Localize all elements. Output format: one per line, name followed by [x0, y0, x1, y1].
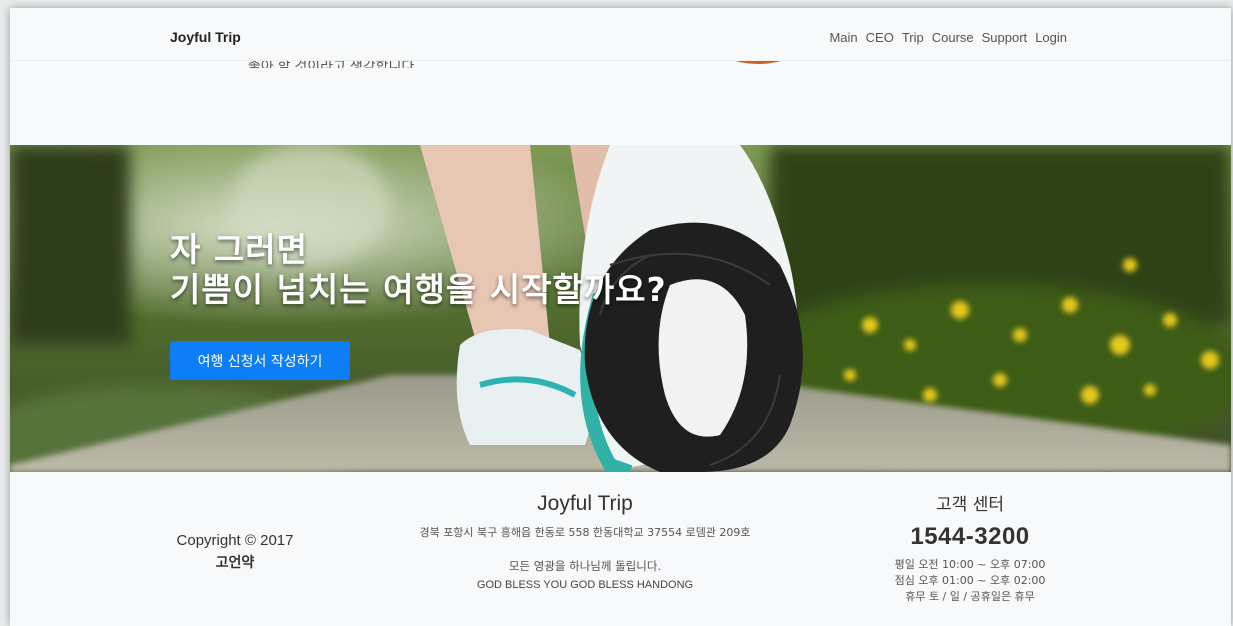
footer-motto: GOD BLESS YOU GOD BLESS HANDONG	[476, 579, 694, 591]
browser-viewport: 좋아 할 것이라고 생각합니다. Joyful Trip Main CEO Tr…	[10, 8, 1231, 626]
copyright-author: 고언약	[215, 555, 255, 571]
nav-link-course[interactable]: Course	[932, 30, 974, 45]
footer: Copyright © 2017 고언약 Joyful Trip 경북 포항시 …	[10, 472, 1231, 626]
footer-company-info: Joyful Trip 경북 포항시 북구 흥해읍 한동로 558 한동대학교 …	[375, 492, 795, 591]
footer-dedication: 모든 영광을 하나님께 돌립니다.	[508, 559, 662, 573]
nav-link-ceo[interactable]: CEO	[866, 30, 894, 45]
hero-line-1: 자 그러면	[170, 230, 308, 269]
hero-line-2: 기쁨이 넘치는 여행을 시작할까요?	[170, 270, 667, 309]
nav-links: Main CEO Trip Course Support Login	[829, 30, 1067, 45]
navbar: Joyful Trip Main CEO Trip Course Support…	[10, 8, 1231, 61]
apply-form-button[interactable]: 여행 신청서 작성하기	[170, 341, 350, 380]
customer-center-title: 고객 센터	[936, 495, 1004, 515]
customer-center-phone: 1544-3200	[910, 523, 1030, 550]
nav-link-trip[interactable]: Trip	[902, 30, 924, 45]
footer-brand: Joyful Trip	[537, 492, 633, 515]
footer-copyright: Copyright © 2017 고언약	[170, 530, 300, 574]
navbar-brand[interactable]: Joyful Trip	[170, 29, 241, 45]
nav-link-login[interactable]: Login	[1035, 30, 1067, 45]
nav-link-main[interactable]: Main	[829, 30, 857, 45]
footer-customer-center: 고객 센터 1544-3200 평일 오전 10:00 ~ 오후 07:00 점…	[890, 490, 1050, 605]
nav-link-support[interactable]: Support	[982, 30, 1028, 45]
footer-address: 경북 포항시 북구 흥해읍 한동로 558 한동대학교 37554 로뎀관 20…	[419, 526, 751, 539]
customer-center-hours: 평일 오전 10:00 ~ 오후 07:00 점심 오후 01:00 ~ 오후 …	[890, 557, 1050, 605]
hero-banner: 자 그러면 기쁨이 넘치는 여행을 시작할까요? 여행 신청서 작성하기	[10, 145, 1231, 472]
hours-lunch: 점심 오후 01:00 ~ 오후 02:00	[894, 574, 1046, 587]
hero-headline: 자 그러면 기쁨이 넘치는 여행을 시작할까요?	[170, 230, 667, 310]
hours-weekday: 평일 오전 10:00 ~ 오후 07:00	[894, 558, 1046, 571]
copyright-text: Copyright © 2017	[176, 532, 294, 549]
hours-holiday: 휴무 토 / 일 / 공휴일은 휴무	[905, 590, 1035, 603]
